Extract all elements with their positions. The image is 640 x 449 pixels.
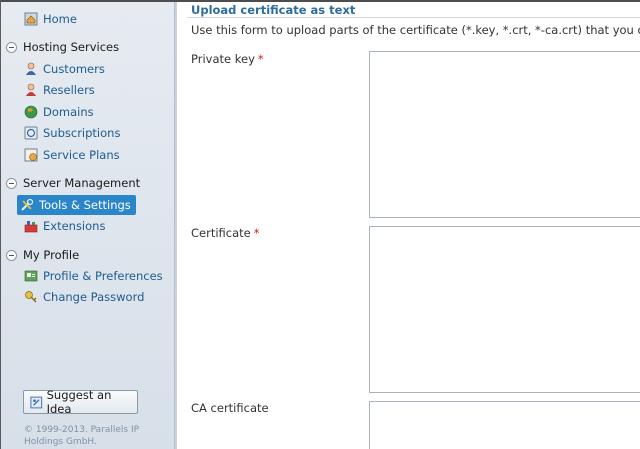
nav-subscriptions[interactable]: Subscriptions (24, 123, 120, 143)
nav-domains[interactable]: Domains (24, 102, 94, 122)
private-key-label-text: Private key (191, 52, 255, 66)
profile-icon (24, 270, 38, 282)
group-my-profile-title: My Profile (23, 248, 80, 262)
collapse-icon[interactable] (6, 249, 17, 261)
section-divider (187, 17, 640, 18)
nav-change-password[interactable]: Change Password (24, 287, 144, 307)
required-marker: * (253, 226, 260, 240)
copyright-line-1: © 1999-2013. Parallels IP (24, 425, 140, 435)
suggest-idea-label: Suggest an Idea (46, 388, 112, 416)
suggest-icon (30, 396, 43, 408)
nav-service-plans[interactable]: Service Plans (24, 145, 120, 165)
nav-home-label: Home (43, 12, 77, 26)
extensions-icon (24, 221, 38, 233)
copyright-line-2: Holdings GmbH. (24, 437, 97, 447)
customers-icon (26, 62, 36, 75)
subscriptions-icon (24, 126, 38, 140)
nav-change-password-label: Change Password (43, 290, 145, 304)
group-hosting-services-title: Hosting Services (23, 40, 120, 54)
certificate-label-text: Certificate (191, 226, 251, 240)
collapse-icon[interactable] (6, 177, 17, 189)
nav-tools-settings-label: Tools & Settings (39, 198, 131, 212)
nav-profile-preferences[interactable]: Profile & Preferences (24, 266, 163, 286)
resellers-icon (26, 83, 36, 96)
nav-service-plans-label: Service Plans (43, 148, 120, 162)
group-server-management-title: Server Management (23, 176, 141, 190)
nav-profile-preferences-label: Profile & Preferences (43, 269, 163, 283)
copyright: © 1999-2013. Parallels IP Holdings GmbH. (24, 424, 174, 448)
nav-home[interactable]: Home (24, 9, 77, 29)
service-plans-icon (24, 148, 38, 162)
nav-customers[interactable]: Customers (24, 59, 105, 79)
ca-certificate-label: CA certificate (191, 401, 269, 415)
tools-icon (21, 198, 34, 211)
nav-customers-label: Customers (43, 62, 105, 76)
certificate-label: Certificate * (191, 226, 260, 240)
home-icon (24, 12, 38, 26)
nav-resellers[interactable]: Resellers (24, 80, 95, 100)
private-key-label: Private key * (191, 52, 264, 66)
private-key-textarea[interactable] (369, 51, 640, 218)
main-content: Upload certificate as text Use this form… (177, 2, 640, 449)
key-icon (25, 291, 37, 303)
section-title: Upload certificate as text (191, 3, 356, 17)
ca-certificate-label-text: CA certificate (191, 401, 269, 415)
nav-resellers-label: Resellers (43, 83, 95, 97)
certificate-textarea[interactable] (369, 226, 640, 393)
group-server-management[interactable]: Server Management (6, 174, 140, 192)
nav-tools-settings[interactable]: Tools & Settings (17, 195, 136, 215)
group-hosting-services[interactable]: Hosting Services (6, 38, 119, 56)
suggest-idea-button[interactable]: Suggest an Idea (23, 388, 138, 416)
nav-extensions[interactable]: Extensions (24, 216, 105, 236)
required-marker: * (257, 52, 264, 66)
group-my-profile[interactable]: My Profile (6, 246, 79, 264)
nav-extensions-label: Extensions (43, 219, 106, 233)
domains-icon (24, 105, 38, 119)
collapse-icon[interactable] (6, 41, 17, 53)
section-description: Use this form to upload parts of the cer… (191, 23, 640, 37)
ca-certificate-textarea[interactable] (369, 401, 640, 449)
nav-domains-label: Domains (43, 105, 94, 119)
nav-subscriptions-label: Subscriptions (43, 126, 121, 140)
